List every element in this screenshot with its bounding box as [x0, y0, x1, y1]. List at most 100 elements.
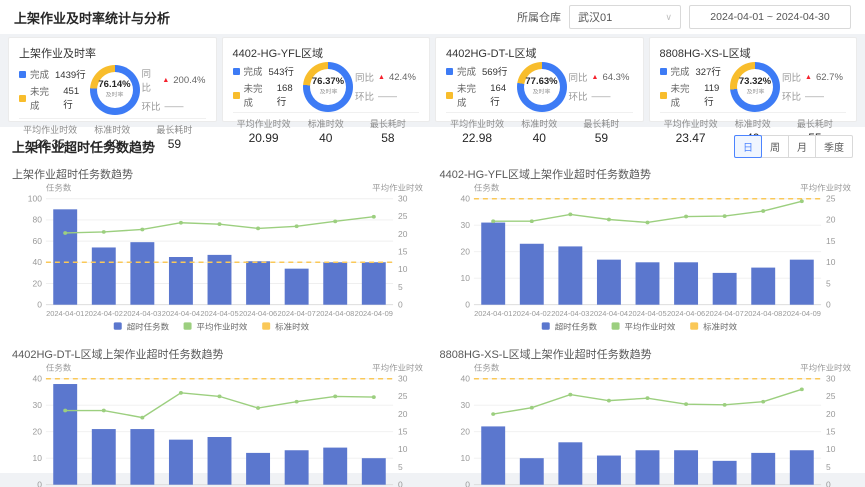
trend-section: 上架作业超时任务数趋势 日 周 月 季度 上架作业超时任务数趋势 任务数平均作业… — [0, 127, 865, 473]
chart-title: 8808HG-XS-L区域上架作业超时任务数趋势 — [440, 346, 854, 362]
warehouse-select[interactable]: 武汉01 ∨ — [569, 5, 681, 29]
timely-rate-donut: 73.32%及时率 — [730, 62, 780, 112]
svg-text:标准时效: 标准时效 — [275, 322, 309, 332]
svg-text:2024-04-01: 2024-04-01 — [46, 309, 84, 318]
svg-text:30: 30 — [398, 375, 408, 384]
svg-text:2024-04-02: 2024-04-02 — [85, 309, 123, 318]
trend-chart-canvas: 任务数平均作业时效0204060801000510152025302024-04… — [12, 182, 426, 340]
stat-label: 平均作业时效 — [446, 117, 508, 130]
svg-text:30: 30 — [460, 221, 470, 230]
svg-text:40: 40 — [460, 195, 470, 204]
stat-value: 20.99 — [233, 131, 295, 145]
period-button-week[interactable]: 周 — [761, 135, 789, 158]
svg-text:平均作业时效: 平均作业时效 — [197, 322, 248, 332]
incomplete-dot-icon — [660, 92, 667, 99]
yoy-value: 42.4% — [389, 72, 416, 83]
svg-text:15: 15 — [826, 237, 836, 246]
svg-text:超时任务数: 超时任务数 — [127, 322, 169, 332]
trend-chart-canvas: 任务数平均作业时效0102030400510152025302024-04-01… — [440, 362, 854, 487]
svg-text:30: 30 — [33, 401, 43, 410]
complete-label: 完成 — [457, 64, 476, 78]
kpi-card-dtl: 4402HG-DT-L区域 完成569行 未完成164行 77.63%及时率 同… — [435, 37, 644, 122]
yoy-label: 同比 — [782, 70, 801, 84]
svg-text:20: 20 — [460, 248, 470, 257]
svg-text:2024-04-05: 2024-04-05 — [200, 309, 238, 318]
svg-text:0: 0 — [398, 301, 403, 310]
svg-text:25: 25 — [826, 392, 836, 401]
svg-text:0: 0 — [37, 481, 42, 487]
incomplete-value: 119行 — [704, 83, 728, 108]
svg-text:5: 5 — [398, 463, 403, 472]
svg-text:20: 20 — [33, 428, 43, 437]
timely-rate-donut: 76.14%及时率 — [90, 65, 140, 115]
chart-cell-dtl: 4402HG-DT-L区域上架作业超时任务数趋势 任务数平均作业时效010203… — [12, 340, 426, 487]
svg-text:100: 100 — [28, 195, 43, 204]
svg-text:标准时效: 标准时效 — [703, 322, 737, 332]
svg-text:2024-04-01: 2024-04-01 — [474, 309, 512, 318]
svg-text:超时任务数: 超时任务数 — [554, 322, 596, 332]
card-legend: 完成569行 未完成164行 — [446, 61, 515, 112]
svg-text:5: 5 — [826, 463, 831, 472]
svg-text:30: 30 — [398, 195, 408, 204]
svg-text:10: 10 — [826, 445, 836, 454]
incomplete-value: 451行 — [63, 86, 87, 111]
charts-grid: 上架作业超时任务数趋势 任务数平均作业时效0204060801000510152… — [12, 160, 853, 487]
timely-rate-value: 76.14% — [98, 79, 130, 90]
mom-value: —— — [592, 91, 611, 102]
period-switcher: 日 周 月 季度 — [735, 135, 853, 158]
complete-value: 543行 — [269, 64, 294, 78]
card-legend: 完成327行 未完成119行 — [660, 61, 729, 112]
svg-text:20: 20 — [398, 230, 408, 239]
svg-text:2024-04-02: 2024-04-02 — [512, 309, 550, 318]
incomplete-label: 未完成 — [671, 81, 699, 109]
stat-value: 23.47 — [660, 131, 722, 145]
svg-text:20: 20 — [460, 428, 470, 437]
comparison-block: 同比▲200.4% 环比—— — [142, 61, 206, 118]
svg-text:平均作业时效: 平均作业时效 — [800, 363, 851, 373]
stat-value: 22.98 — [446, 131, 508, 145]
mom-value: —— — [378, 91, 397, 102]
stat-label: 标准时效 — [508, 117, 570, 130]
kpi-card-yfl: 4402-HG-YFL区域 完成543行 未完成168行 76.37%及时率 同… — [222, 37, 431, 122]
incomplete-label: 未完成 — [30, 84, 57, 112]
stat-label: 平均作业时效 — [660, 117, 722, 130]
chart-cell-yfl: 4402-HG-YFL区域上架作业超时任务数趋势 任务数平均作业时效010203… — [440, 160, 854, 340]
incomplete-dot-icon — [233, 92, 240, 99]
complete-dot-icon — [660, 68, 667, 75]
kpi-card-overall: 上架作业及时率 完成1439行 未完成451行 76.14%及时率 同比▲200… — [8, 37, 217, 122]
svg-text:2024-04-08: 2024-04-08 — [316, 309, 354, 318]
svg-text:2024-04-06: 2024-04-06 — [239, 309, 277, 318]
complete-label: 完成 — [30, 67, 49, 81]
timely-rate-donut: 76.37%及时率 — [303, 62, 353, 112]
yoy-value: 64.3% — [602, 72, 629, 83]
svg-text:任务数: 任务数 — [46, 363, 71, 373]
top-controls: 所属仓库 武汉01 ∨ 2024-04-01 ~ 2024-04-30 — [517, 5, 851, 29]
card-legend: 完成1439行 未完成451行 — [19, 64, 88, 115]
period-button-quarter[interactable]: 季度 — [815, 135, 853, 158]
svg-text:80: 80 — [33, 216, 43, 225]
stat-label: 平均作业时效 — [19, 123, 81, 136]
svg-text:0: 0 — [465, 301, 470, 310]
timely-rate-label: 及时率 — [319, 88, 337, 97]
comparison-block: 同比▲64.3% 环比—— — [569, 65, 633, 108]
svg-text:2024-04-03: 2024-04-03 — [551, 309, 589, 318]
mom-label: 环比 — [355, 89, 374, 103]
card-legend: 完成543行 未完成168行 — [233, 61, 302, 112]
mom-value: —— — [805, 91, 824, 102]
yoy-value: 200.4% — [173, 75, 205, 86]
period-button-month[interactable]: 月 — [788, 135, 816, 158]
svg-text:20: 20 — [826, 410, 836, 419]
date-range-input[interactable]: 2024-04-01 ~ 2024-04-30 — [689, 5, 851, 29]
yoy-label: 同比 — [142, 66, 159, 94]
incomplete-dot-icon — [446, 92, 453, 99]
kpi-cards-row: 上架作业及时率 完成1439行 未完成451行 76.14%及时率 同比▲200… — [0, 34, 865, 122]
svg-text:25: 25 — [826, 195, 836, 204]
svg-text:2024-04-07: 2024-04-07 — [278, 309, 316, 318]
incomplete-label: 未完成 — [244, 81, 271, 109]
complete-dot-icon — [19, 71, 26, 78]
stat-value: 40 — [508, 131, 570, 145]
svg-text:30: 30 — [826, 375, 836, 384]
svg-text:2024-04-06: 2024-04-06 — [666, 309, 704, 318]
period-button-day[interactable]: 日 — [734, 135, 762, 158]
warehouse-label: 所属仓库 — [517, 9, 561, 25]
